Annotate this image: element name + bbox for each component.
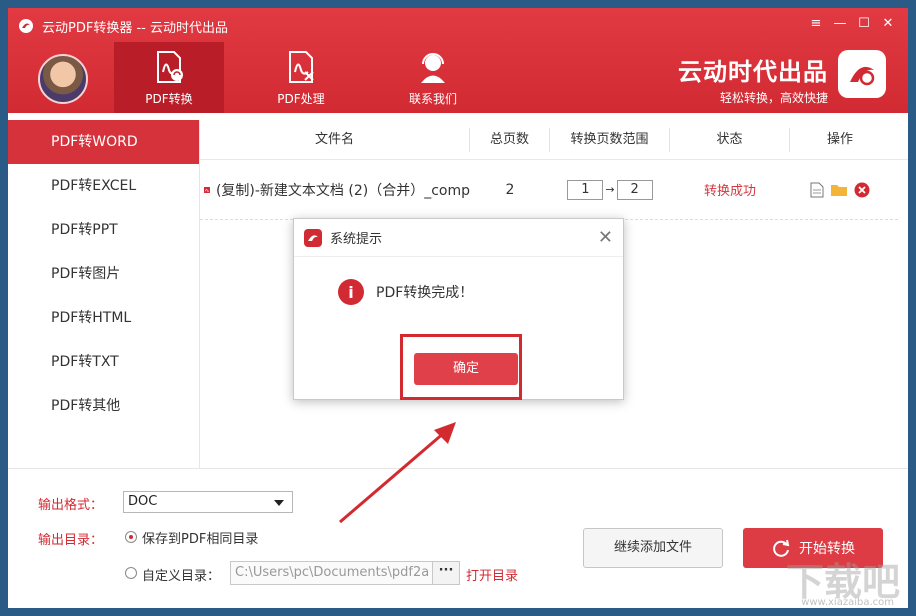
arrow-right-icon: → bbox=[605, 183, 615, 196]
output-dir-label: 输出目录： bbox=[38, 533, 104, 548]
output-format-select[interactable]: DOC bbox=[123, 491, 293, 513]
maximize-button[interactable]: ☐ bbox=[852, 12, 876, 34]
highlight-box bbox=[400, 334, 522, 400]
filename-text: (复制)-新建文本文档 (2)（合并）_comp bbox=[215, 182, 470, 199]
custom-dir-input[interactable]: C:\Users\pc\Documents\pdf2a bbox=[230, 561, 436, 585]
output-format-value: DOC bbox=[128, 494, 158, 509]
file-table: 文件名 总页数 转换页数范围 状态 操作 (复制)-新建文本文档 (2)（合并）… bbox=[200, 120, 908, 220]
watermark-url: www.xiazaiba.com bbox=[801, 597, 894, 608]
tab-pdf-process[interactable]: PDF处理 bbox=[246, 42, 356, 113]
radio-custom-dir-label[interactable]: 自定义目录： bbox=[142, 565, 220, 584]
header-total-pages: 总页数 bbox=[470, 127, 550, 152]
info-icon: i bbox=[338, 279, 364, 305]
page-range-cell: 1 → 2 bbox=[550, 179, 670, 200]
minimize-button[interactable]: — bbox=[828, 12, 852, 34]
document-icon[interactable] bbox=[810, 182, 824, 198]
brand-logo-icon bbox=[838, 50, 886, 98]
status-cell: 转换成功 bbox=[703, 184, 756, 199]
sidebar-item-pdf-to-image[interactable]: PDF转图片 bbox=[8, 252, 199, 296]
support-agent-icon bbox=[421, 53, 445, 83]
tab-pdf-convert[interactable]: PDF转换 bbox=[114, 42, 224, 113]
range-from-input[interactable]: 1 bbox=[567, 179, 604, 200]
brand-slogan: 轻松转换，高效快捷 bbox=[719, 91, 828, 105]
header-bar: 云动PDF转换器 -- 云动时代出品 ≡ — ☐ ✕ PDF转换 PDF处理 联… bbox=[8, 8, 908, 113]
header-status: 状态 bbox=[670, 127, 790, 152]
header-actions: 操作 bbox=[826, 131, 853, 147]
brand-name: 云动时代出品 bbox=[678, 58, 828, 86]
folder-icon[interactable] bbox=[830, 183, 848, 197]
tab-label: PDF转换 bbox=[145, 92, 193, 106]
sidebar-item-pdf-to-excel[interactable]: PDF转EXCEL bbox=[8, 164, 199, 208]
add-files-button[interactable]: 继续添加文件 bbox=[583, 528, 723, 568]
output-format-label: 输出格式： bbox=[38, 498, 104, 513]
dialog-close-button[interactable]: ✕ bbox=[598, 227, 613, 248]
chevron-down-icon bbox=[274, 500, 284, 506]
open-dir-link[interactable]: 打开目录 bbox=[466, 565, 518, 584]
title-bar: 云动PDF转换器 -- 云动时代出品 bbox=[18, 16, 228, 36]
dialog-message-text: PDF转换完成！ bbox=[376, 285, 474, 301]
close-window-button[interactable]: ✕ bbox=[876, 12, 900, 34]
sidebar-item-pdf-to-other[interactable]: PDF转其他 bbox=[8, 384, 199, 428]
sidebar-item-pdf-to-html[interactable]: PDF转HTML bbox=[8, 296, 199, 340]
header-filename: 文件名 bbox=[200, 127, 470, 152]
tab-label: 联系我们 bbox=[408, 92, 457, 106]
tab-contact-us[interactable]: 联系我们 bbox=[378, 42, 488, 113]
pdf-convert-icon bbox=[157, 51, 183, 83]
delete-icon[interactable] bbox=[854, 182, 870, 198]
dialog-message: i PDF转换完成！ bbox=[338, 279, 473, 305]
actions-cell bbox=[790, 182, 890, 198]
pdf-process-icon bbox=[289, 51, 314, 83]
dialog-title: 系统提示 bbox=[330, 232, 383, 247]
sidebar-item-pdf-to-txt[interactable]: PDF转TXT bbox=[8, 340, 199, 384]
sidebar-item-pdf-to-word[interactable]: PDF转WORD bbox=[8, 120, 199, 164]
sidebar: PDF转WORD PDF转EXCEL PDF转PPT PDF转图片 PDF转HT… bbox=[8, 120, 200, 468]
radio-same-dir-label[interactable]: 保存到PDF相同目录 bbox=[142, 528, 258, 547]
avatar[interactable] bbox=[38, 54, 88, 104]
sidebar-item-pdf-to-ppt[interactable]: PDF转PPT bbox=[8, 208, 199, 252]
filename-cell: (复制)-新建文本文档 (2)（合并）_comp bbox=[200, 180, 470, 200]
header-page-range: 转换页数范围 bbox=[550, 127, 670, 152]
tab-label: PDF处理 bbox=[277, 92, 325, 106]
dialog-title-bar: 系统提示 bbox=[294, 219, 623, 257]
table-row: (复制)-新建文本文档 (2)（合并）_comp 2 1 → 2 转换成功 bbox=[200, 160, 898, 220]
pdf-file-icon bbox=[204, 186, 210, 193]
menu-icon[interactable]: ≡ bbox=[804, 12, 828, 34]
browse-button[interactable]: ··· bbox=[432, 561, 460, 585]
annotation-arrow bbox=[339, 422, 456, 524]
window-title: 云动PDF转换器 -- 云动时代出品 bbox=[42, 20, 228, 36]
radio-same-dir[interactable] bbox=[125, 531, 137, 543]
radio-custom-dir[interactable] bbox=[125, 567, 137, 579]
table-header: 文件名 总页数 转换页数范围 状态 操作 bbox=[200, 120, 908, 160]
window-controls: ≡ — ☐ ✕ bbox=[804, 12, 900, 34]
app-logo-icon bbox=[304, 228, 322, 247]
app-logo-icon bbox=[19, 19, 33, 33]
range-to-input[interactable]: 2 bbox=[616, 179, 653, 200]
brand-block: 云动时代出品 轻松转换，高效快捷 bbox=[678, 52, 828, 106]
total-pages-cell: 2 bbox=[505, 181, 515, 198]
